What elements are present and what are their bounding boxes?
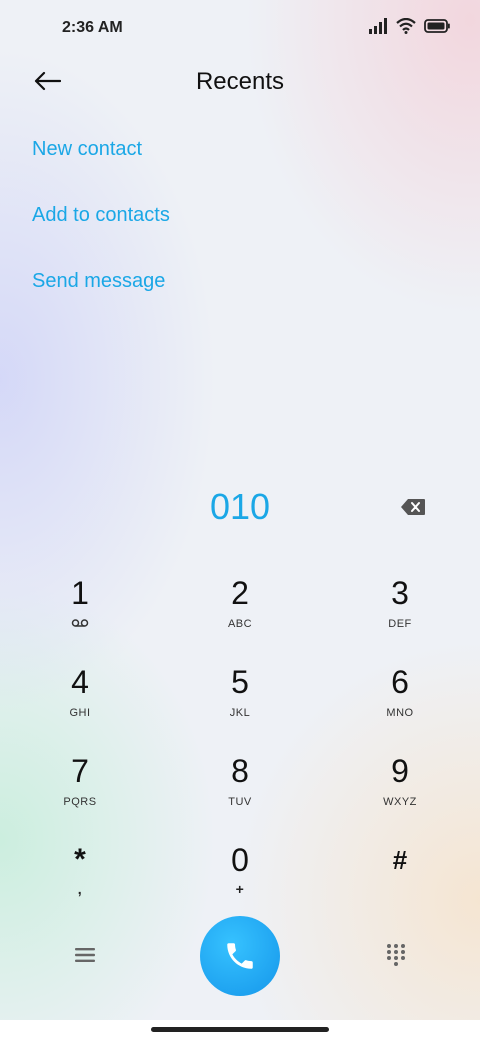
key-letters: MNO	[386, 707, 414, 719]
key-letters: DEF	[388, 618, 412, 630]
key-hash[interactable]: #	[340, 839, 460, 919]
voicemail-icon	[20, 618, 140, 632]
key-5[interactable]: 5 JKL	[180, 661, 300, 741]
signal-icon	[369, 18, 387, 34]
key-3[interactable]: 3 DEF	[340, 572, 460, 652]
key-digit: #	[392, 845, 408, 875]
call-button[interactable]	[200, 916, 280, 996]
key-digit: 3	[391, 575, 409, 611]
home-indicator[interactable]	[151, 1027, 329, 1032]
key-letters: TUV	[228, 796, 252, 808]
key-digit: 8	[231, 753, 249, 789]
add-to-contacts-link[interactable]: Add to contacts	[32, 196, 170, 262]
key-digit: 9	[391, 753, 409, 789]
key-7[interactable]: 7 PQRS	[20, 750, 140, 830]
number-display: 010	[0, 486, 480, 536]
dialpad-toggle-button[interactable]	[383, 942, 409, 968]
status-icons	[368, 18, 450, 34]
key-letters: ABC	[227, 618, 253, 630]
key-letters	[340, 885, 460, 899]
key-8[interactable]: 8 TUV	[180, 750, 300, 830]
wifi-icon	[396, 18, 416, 34]
phone-icon	[227, 943, 253, 969]
key-0[interactable]: 0 +	[180, 839, 300, 919]
dialpad-icon	[387, 944, 405, 966]
bottom-bar	[0, 914, 480, 998]
menu-button[interactable]	[70, 942, 100, 968]
key-digit: 2	[231, 575, 249, 611]
key-star[interactable]: * ,	[20, 839, 140, 919]
key-digit: *	[74, 843, 86, 876]
key-6[interactable]: 6 MNO	[340, 661, 460, 741]
page-title: Recents	[195, 68, 285, 95]
backspace-icon	[401, 499, 425, 515]
key-digit: 5	[231, 664, 249, 700]
action-list: New contact Add to contacts Send message	[32, 130, 170, 328]
status-bar: 2:36 AM	[0, 0, 480, 56]
key-1[interactable]: 1	[20, 572, 140, 652]
key-9[interactable]: 9 WXYZ	[340, 750, 460, 830]
key-digit: 4	[71, 664, 89, 700]
status-time: 2:36 AM	[62, 19, 123, 36]
navigation-bar	[0, 1020, 480, 1040]
header: Recents	[0, 56, 480, 108]
key-letters: WXYZ	[383, 796, 417, 808]
key-digit: 1	[71, 575, 89, 611]
key-4[interactable]: 4 GHI	[20, 661, 140, 741]
key-letters: GHI	[69, 707, 91, 719]
key-digit: 6	[391, 664, 409, 700]
key-letters: +	[235, 881, 245, 897]
key-digit: 0	[231, 842, 249, 878]
key-digit: 7	[71, 753, 89, 789]
battery-icon	[424, 19, 450, 33]
delete-button[interactable]	[400, 498, 428, 518]
key-letters: PQRS	[63, 796, 97, 808]
send-message-link[interactable]: Send message	[32, 262, 170, 328]
key-2[interactable]: 2 ABC	[180, 572, 300, 652]
menu-icon	[75, 948, 95, 962]
key-letters: JKL	[229, 707, 251, 719]
new-contact-link[interactable]: New contact	[32, 130, 170, 196]
key-letters: ,	[77, 881, 83, 897]
